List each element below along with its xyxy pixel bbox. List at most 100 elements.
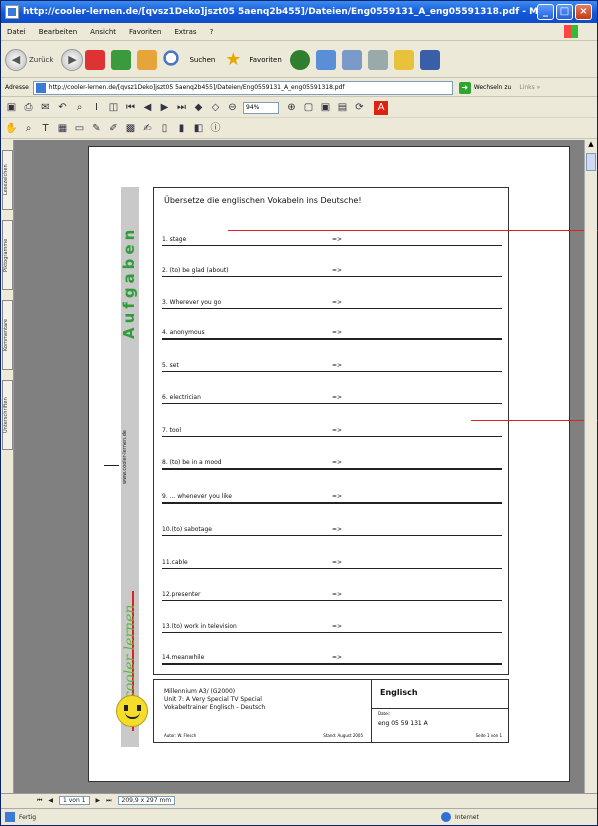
zoom-tool-icon[interactable]: ⌕ <box>22 122 35 135</box>
vocab-word: 12.presenter <box>162 591 201 598</box>
sign-tool-icon[interactable]: ✍ <box>141 122 154 135</box>
history-icon[interactable] <box>315 49 336 70</box>
folder-icon[interactable] <box>393 49 414 70</box>
fit-width-icon[interactable]: ▤ <box>336 101 349 114</box>
maximize-button[interactable]: □ <box>556 4 573 20</box>
footer-book: Millennium A3/ (G2000) <box>164 688 236 695</box>
pencil-tool-icon[interactable]: ✎ <box>90 122 103 135</box>
menu-ansicht[interactable]: Ansicht <box>90 28 116 36</box>
vocab-row: 4. anonymous => <box>162 314 502 340</box>
zoom-out-icon[interactable]: ⊖ <box>226 101 239 114</box>
media-icon[interactable] <box>289 49 310 70</box>
back-view-icon[interactable]: ◆ <box>192 101 205 114</box>
save-icon[interactable]: ▣ <box>5 101 18 114</box>
exercise-heading: Übersetze die englischen Vokabeln ins De… <box>164 196 362 205</box>
find-icon[interactable]: ⌕ <box>73 101 86 114</box>
forward-view-icon[interactable]: ◇ <box>209 101 222 114</box>
scroll-thumb[interactable] <box>586 153 596 171</box>
arrow-glyph: => <box>332 236 343 243</box>
tab-comments[interactable]: Kommentare <box>2 300 13 370</box>
print-pdf-icon[interactable]: ⎙ <box>22 101 35 114</box>
mail-icon[interactable] <box>341 49 362 70</box>
highlight-tool-icon[interactable]: ✐ <box>107 122 120 135</box>
ie-icon <box>5 5 19 19</box>
search-label: Suchen <box>189 55 216 64</box>
actual-size-icon[interactable]: ▢ <box>302 101 315 114</box>
close-button[interactable]: × <box>575 4 592 20</box>
layout-facing-icon[interactable]: ◧ <box>192 122 205 135</box>
menu-extras[interactable]: Extras <box>174 28 196 36</box>
zoom-input[interactable]: 94% <box>243 101 279 114</box>
note-tool-icon[interactable]: ▭ <box>73 122 86 135</box>
vertical-scrollbar[interactable]: ▲ <box>584 140 597 793</box>
favorites-button[interactable]: ★ Favoriten <box>223 48 282 70</box>
menu-bearbeiten[interactable]: Bearbeiten <box>39 28 77 36</box>
text-tool-icon[interactable]: T <box>39 122 52 135</box>
minimize-button[interactable]: _ <box>537 4 554 20</box>
first-page-icon[interactable]: ⏮ <box>124 101 137 114</box>
zoom-in-icon[interactable]: ⊕ <box>285 101 298 114</box>
layout-single-icon[interactable]: ▯ <box>158 122 171 135</box>
table-tool-icon[interactable]: ▦ <box>56 122 69 135</box>
print-icon[interactable] <box>367 49 388 70</box>
exercise-box: Übersetze die englischen Vokabeln ins De… <box>153 187 509 675</box>
menu-help[interactable]: ? <box>210 28 214 36</box>
status-bar: Fertig Internet <box>1 808 597 825</box>
first-page-button[interactable]: ⏮ <box>37 797 42 805</box>
refresh-icon[interactable] <box>111 49 132 70</box>
email-icon[interactable]: ✉ <box>39 101 52 114</box>
vocab-row: 3. Wherever you go => <box>162 283 502 309</box>
next-page-icon[interactable]: ▶ <box>158 101 171 114</box>
prev-page-button[interactable]: ◀ <box>48 797 53 804</box>
address-input[interactable]: http://cooler-lernen.de/[qvsz1Deko]jszt0… <box>32 80 453 95</box>
go-arrow-icon: ➜ <box>458 81 471 94</box>
window-title: http://cooler-lernen.de/[qvsz1Deko]jszt0… <box>23 7 538 17</box>
stamp-tool-icon[interactable]: ▩ <box>124 122 137 135</box>
pdf-viewer[interactable]: Lesezeichen Piktogramme Kommentare Unter… <box>1 140 598 793</box>
page-status-icon <box>5 812 15 822</box>
menu-datei[interactable]: Datei <box>7 28 26 36</box>
home-icon[interactable] <box>137 49 158 70</box>
vocab-row: 5. set => <box>162 346 502 372</box>
fit-page-icon[interactable]: ▣ <box>319 101 332 114</box>
vocab-word: 9. ... whenever you like <box>162 493 232 500</box>
search-icon <box>163 49 184 70</box>
browser-window: http://cooler-lernen.de/[qvsz1Deko]jszt0… <box>0 0 598 826</box>
star-icon: ★ <box>225 48 242 70</box>
pdf-toolbar-tools: ✋ ⌕ T ▦ ▭ ✎ ✐ ▩ ✍ ▯ ▮ ◧ ⓘ <box>1 119 597 139</box>
forward-arrow-icon[interactable]: ▶ <box>61 48 84 71</box>
info-icon[interactable]: ⓘ <box>209 122 222 135</box>
snapshot-icon[interactable]: ◫ <box>107 101 120 114</box>
tab-bookmarks[interactable]: Lesezeichen <box>2 150 13 210</box>
text-select-icon[interactable]: I <box>90 101 103 114</box>
tab-signatures[interactable]: Unterschriften <box>2 380 13 450</box>
vocab-word: 1. stage <box>162 236 187 243</box>
menu-favoriten[interactable]: Favoriten <box>129 28 161 36</box>
last-page-icon[interactable]: ⏭ <box>175 101 188 114</box>
last-page-button[interactable]: ⏭ <box>106 797 111 805</box>
layout-continuous-icon[interactable]: ▮ <box>175 122 188 135</box>
go-button[interactable]: ➜ Wechseln zu <box>458 81 511 94</box>
page-number-field[interactable]: 1 von 1 <box>59 796 90 805</box>
back-arrow-icon[interactable]: ◀ <box>5 48 27 71</box>
links-button[interactable]: Links » <box>519 84 540 91</box>
search-button[interactable]: Suchen <box>163 49 216 70</box>
address-url: http://cooler-lernen.de/[qvsz1Deko]jszt0… <box>48 84 345 91</box>
vocab-row: 9. ... whenever you like => <box>162 478 502 504</box>
prev-page-icon[interactable]: ◀ <box>141 101 154 114</box>
hand-tool-icon[interactable]: ✋ <box>5 122 18 135</box>
vocab-row: 8. (to) be in a mood => <box>162 444 502 470</box>
adobe-icon[interactable]: A <box>374 100 388 115</box>
messenger-icon[interactable] <box>419 49 440 70</box>
next-page-button[interactable]: ▶ <box>96 797 101 804</box>
rotate-icon[interactable]: ⟳ <box>353 101 366 114</box>
footer-date: Stand: August 2005 <box>323 733 363 738</box>
undo-icon[interactable]: ↶ <box>56 101 69 114</box>
tab-thumbnails[interactable]: Piktogramme <box>2 220 13 290</box>
back-label[interactable]: Zurück <box>29 56 53 64</box>
footer-divider <box>372 708 508 709</box>
stop-icon[interactable] <box>85 49 106 70</box>
arrow-glyph: => <box>332 394 343 401</box>
footer-subject: Englisch <box>380 688 418 697</box>
scroll-up-icon[interactable]: ▲ <box>585 140 597 152</box>
